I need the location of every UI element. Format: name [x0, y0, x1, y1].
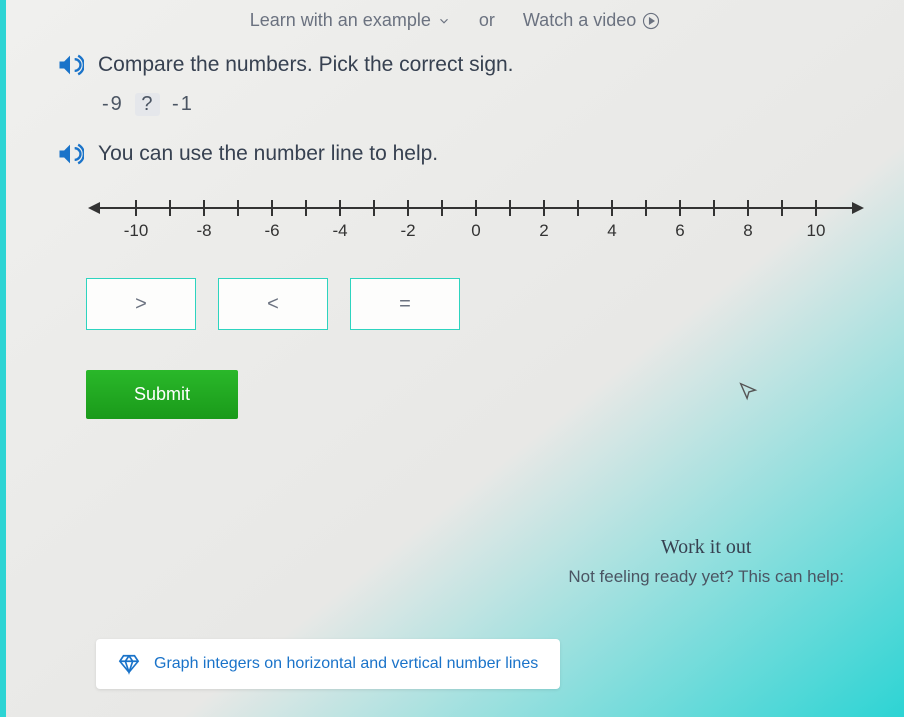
answer-equals[interactable]: = — [350, 278, 460, 330]
comparison-expression: -9 ? -1 — [102, 93, 854, 116]
speaker-icon[interactable] — [56, 51, 84, 79]
question-text-2: You can use the number line to help. — [98, 142, 438, 166]
tick-label: 10 — [807, 221, 826, 240]
chevron-down-icon — [437, 14, 451, 28]
tick-label: -4 — [332, 221, 347, 240]
learn-example-label: Learn with an example — [250, 10, 431, 31]
tick-label: 4 — [607, 221, 616, 240]
tick-label: 6 — [675, 221, 684, 240]
tick-label: 8 — [743, 221, 752, 240]
answer-less-than[interactable]: < — [218, 278, 328, 330]
watch-video-label: Watch a video — [523, 10, 636, 31]
tick-label: -6 — [264, 221, 279, 240]
expr-left: -9 — [102, 93, 124, 115]
tick-label: 0 — [471, 221, 480, 240]
tick-label: 2 — [539, 221, 548, 240]
answer-greater-than[interactable]: > — [86, 278, 196, 330]
expr-blank: ? — [135, 93, 160, 116]
or-separator: or — [479, 10, 495, 31]
number-line: -10 -8 -6 -4 -2 0 2 4 6 8 10 — [86, 188, 824, 248]
tick-label: -10 — [124, 221, 149, 240]
submit-button[interactable]: Submit — [86, 370, 238, 419]
learn-example-link[interactable]: Learn with an example — [250, 10, 451, 31]
work-it-out-title: Work it out — [568, 536, 844, 559]
help-link-text: Graph integers on horizontal and vertica… — [154, 655, 538, 673]
diamond-icon — [118, 653, 140, 675]
play-circle-icon — [642, 12, 660, 30]
help-link-card[interactable]: Graph integers on horizontal and vertica… — [96, 639, 560, 689]
tick-label: -8 — [196, 221, 211, 240]
question-text-1: Compare the numbers. Pick the correct si… — [98, 53, 514, 77]
expr-right: -1 — [172, 93, 194, 115]
work-it-out-subtitle: Not feeling ready yet? This can help: — [568, 567, 844, 587]
cursor-icon — [737, 380, 759, 402]
speaker-icon[interactable] — [56, 140, 84, 168]
tick-label: -2 — [400, 221, 415, 240]
watch-video-link[interactable]: Watch a video — [523, 10, 660, 31]
